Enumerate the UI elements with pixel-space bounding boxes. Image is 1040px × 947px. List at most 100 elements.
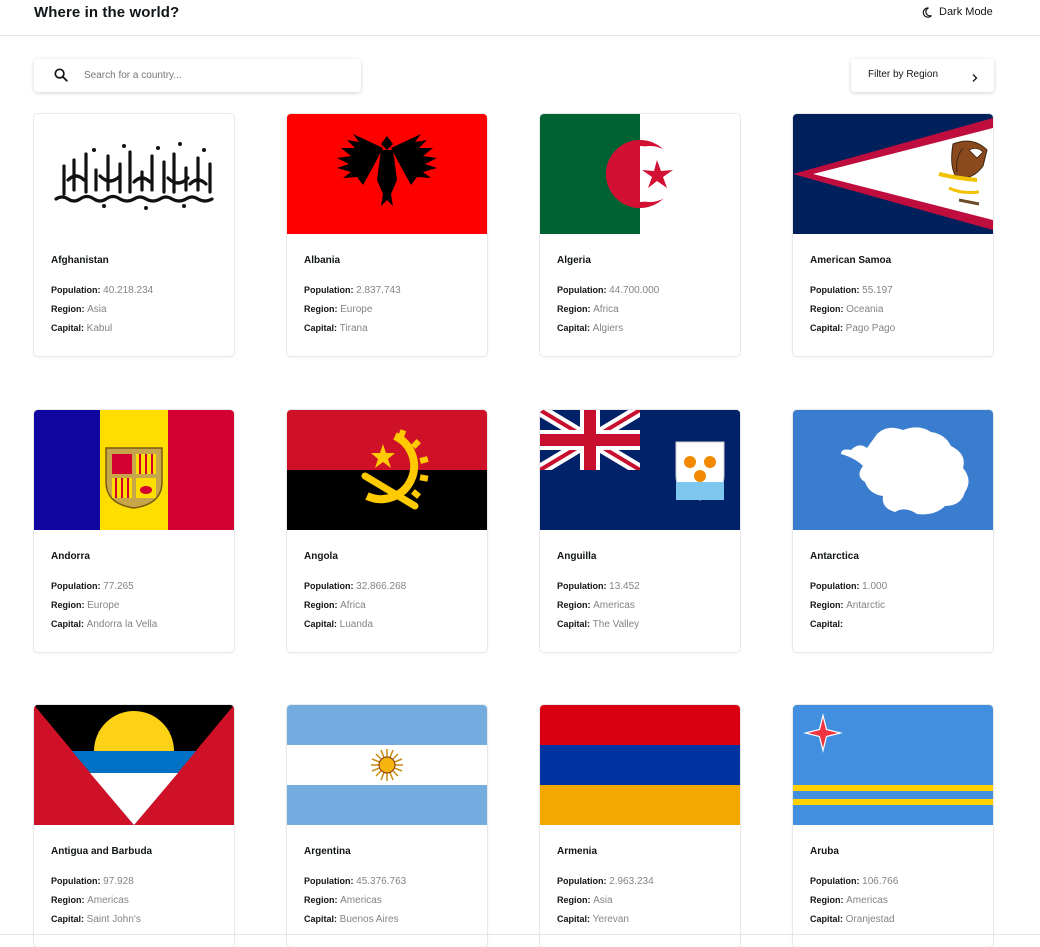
population-label: Population: xyxy=(810,285,860,295)
country-card[interactable]: Antigua and Barbuda Population: 97.928 R… xyxy=(34,705,234,947)
country-name: Armenia xyxy=(557,846,598,857)
population-row: Population: 44.700.000 xyxy=(557,285,659,296)
population-row: Population: 77.265 xyxy=(51,581,134,592)
region-value: Asia xyxy=(87,304,107,315)
region-label: Region: xyxy=(810,304,844,314)
country-name: Antarctica xyxy=(810,551,859,562)
region-filter-dropdown[interactable]: Filter by Region xyxy=(851,59,994,92)
country-name: Afghanistan xyxy=(51,255,109,266)
country-card[interactable]: Armenia Population: 2.963.234 Region: As… xyxy=(540,705,740,947)
region-row: Region: Americas xyxy=(51,895,129,906)
region-value: Americas xyxy=(593,600,635,611)
country-card[interactable]: Anguilla Population: 13.452 Region: Amer… xyxy=(540,410,740,652)
region-row: Region: Americas xyxy=(557,600,635,611)
app-header: Where in the world? Dark Mode xyxy=(0,0,1040,36)
country-name: Aruba xyxy=(810,846,839,857)
capital-value: Kabul xyxy=(86,323,113,334)
capital-value: The Valley xyxy=(592,619,640,630)
country-card[interactable]: Albania Population: 2.837.743 Region: Eu… xyxy=(287,114,487,356)
capital-row: Capital: Tirana xyxy=(304,323,368,334)
country-card[interactable]: Angola Population: 32.866.268 Region: Af… xyxy=(287,410,487,652)
region-value: Americas xyxy=(87,895,129,906)
capital-row: Capital: Pago Pago xyxy=(810,323,895,334)
region-row: Region: Asia xyxy=(557,895,613,906)
population-row: Population: 45.376.763 xyxy=(304,876,406,887)
region-label: Region: xyxy=(557,600,591,610)
population-value: 13.452 xyxy=(609,581,640,592)
population-value: 40.218.234 xyxy=(103,285,154,296)
armenia-flag xyxy=(540,705,740,825)
app-title: Where in the world? xyxy=(34,4,180,21)
capital-row: Capital: Saint John's xyxy=(51,914,141,925)
capital-value: Luanda xyxy=(339,619,374,630)
search-icon xyxy=(54,68,68,87)
capital-row: Capital: Algiers xyxy=(557,323,623,334)
region-row: Region: Asia xyxy=(51,304,107,315)
population-row: Population: 40.218.234 xyxy=(51,285,153,296)
population-value: 44.700.000 xyxy=(609,285,660,296)
capital-label: Capital: xyxy=(51,323,85,333)
antarctica-flag xyxy=(793,410,993,530)
chevron-right-icon xyxy=(971,70,979,88)
capital-label: Capital: xyxy=(557,914,591,924)
search-input[interactable] xyxy=(84,59,349,92)
andorra-flag xyxy=(34,410,234,530)
capital-value: Saint John's xyxy=(86,914,141,925)
population-value: 55.197 xyxy=(862,285,893,296)
region-label: Region: xyxy=(51,895,85,905)
aruba-flag xyxy=(793,705,993,825)
dark-mode-label: Dark Mode xyxy=(939,6,993,18)
capital-value: Buenos Aires xyxy=(339,914,399,925)
country-card[interactable]: Andorra Population: 77.265 Region: Europ… xyxy=(34,410,234,652)
antigua-and-barbuda-flag xyxy=(34,705,234,825)
country-card[interactable]: Algeria Population: 44.700.000 Region: A… xyxy=(540,114,740,356)
country-card[interactable]: American Samoa Population: 55.197 Region… xyxy=(793,114,993,356)
region-row: Region: Africa xyxy=(557,304,619,315)
region-row: Region: Antarctic xyxy=(810,600,885,611)
angola-flag xyxy=(287,410,487,530)
population-value: 106.766 xyxy=(862,876,899,887)
country-card[interactable]: Aruba Population: 106.766 Region: Americ… xyxy=(793,705,993,947)
region-value: Europe xyxy=(87,600,120,611)
population-row: Population: 2.963.234 xyxy=(557,876,654,887)
population-value: 45.376.763 xyxy=(356,876,407,887)
country-card[interactable]: Argentina Population: 45.376.763 Region:… xyxy=(287,705,487,947)
argentina-flag xyxy=(287,705,487,825)
region-value: Americas xyxy=(340,895,382,906)
country-name: Anguilla xyxy=(557,551,597,562)
population-label: Population: xyxy=(557,285,607,295)
country-name: Andorra xyxy=(51,551,90,562)
region-row: Region: Americas xyxy=(304,895,382,906)
country-name: Argentina xyxy=(304,846,351,857)
population-row: Population: 32.866.268 xyxy=(304,581,406,592)
region-label: Region: xyxy=(304,304,338,314)
population-row: Population: 13.452 xyxy=(557,581,640,592)
capital-value: Pago Pago xyxy=(845,323,896,334)
capital-label: Capital: xyxy=(810,619,844,629)
population-value: 77.265 xyxy=(103,581,134,592)
region-label: Region: xyxy=(557,304,591,314)
region-value: Oceania xyxy=(846,304,884,315)
region-row: Region: Europe xyxy=(51,600,119,611)
country-name: Antigua and Barbuda xyxy=(51,846,153,857)
capital-row: Capital: Luanda xyxy=(304,619,373,630)
region-value: Africa xyxy=(593,304,619,315)
capital-label: Capital: xyxy=(810,323,844,333)
country-card[interactable]: Antarctica Population: 1.000 Region: Ant… xyxy=(793,410,993,652)
capital-label: Capital: xyxy=(304,619,338,629)
population-label: Population: xyxy=(557,581,607,591)
population-row: Population: 106.766 xyxy=(810,876,898,887)
population-label: Population: xyxy=(51,876,101,886)
capital-row: Capital: Andorra la Vella xyxy=(51,619,157,630)
region-row: Region: Oceania xyxy=(810,304,883,315)
dark-mode-toggle[interactable]: Dark Mode xyxy=(922,5,993,19)
population-row: Population: 1.000 xyxy=(810,581,887,592)
population-label: Population: xyxy=(51,285,101,295)
capital-label: Capital: xyxy=(51,619,85,629)
population-row: Population: 55.197 xyxy=(810,285,893,296)
country-card[interactable]: Afghanistan Population: 40.218.234 Regio… xyxy=(34,114,234,356)
region-label: Region: xyxy=(51,304,85,314)
country-name: Albania xyxy=(304,255,341,266)
population-value: 1.000 xyxy=(862,581,888,592)
capital-label: Capital: xyxy=(304,323,338,333)
